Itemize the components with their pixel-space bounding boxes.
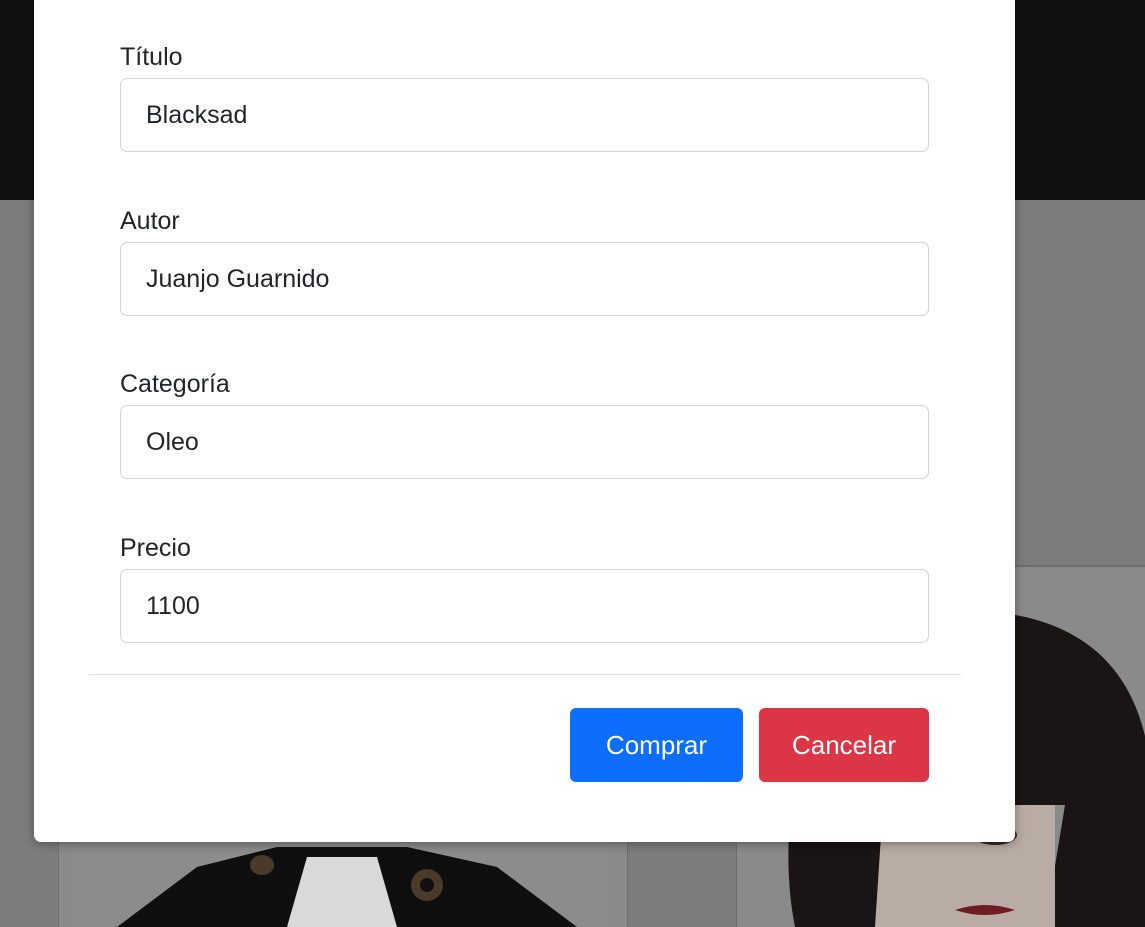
buy-button[interactable]: Comprar bbox=[570, 708, 743, 782]
purchase-modal: Título Autor Categoría Precio Comprar Ca… bbox=[34, 0, 1015, 842]
autor-input[interactable] bbox=[120, 242, 929, 316]
field-categoria: Categoría bbox=[120, 369, 929, 479]
modal-footer-divider bbox=[89, 674, 961, 675]
field-autor: Autor bbox=[120, 206, 929, 316]
precio-input[interactable] bbox=[120, 569, 929, 643]
cancel-button[interactable]: Cancelar bbox=[759, 708, 929, 782]
autor-label: Autor bbox=[120, 207, 180, 235]
precio-label: Precio bbox=[120, 534, 191, 562]
field-titulo: Título bbox=[120, 42, 929, 152]
titulo-label: Título bbox=[120, 43, 183, 71]
categoria-label: Categoría bbox=[120, 370, 230, 398]
dog-painting-image bbox=[77, 837, 609, 927]
field-precio: Precio bbox=[120, 533, 929, 643]
titulo-input[interactable] bbox=[120, 78, 929, 152]
categoria-input[interactable] bbox=[120, 405, 929, 479]
